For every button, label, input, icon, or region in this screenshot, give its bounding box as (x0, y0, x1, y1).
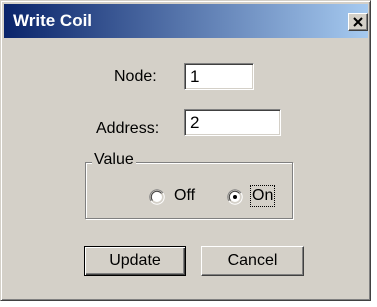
on-radio-label[interactable]: On (249, 185, 276, 207)
write-coil-dialog: Write Coil Node: 1 Address: 2 Value Off … (0, 0, 371, 301)
node-field[interactable]: 1 (184, 63, 254, 90)
value-group-legend: Value (92, 151, 136, 169)
cancel-button[interactable]: Cancel (201, 246, 304, 276)
node-label: Node: (114, 68, 157, 85)
close-button[interactable] (348, 13, 368, 31)
on-radio-button[interactable] (227, 189, 243, 205)
close-icon (353, 17, 363, 27)
window-title: Write Coil (13, 11, 93, 30)
update-button[interactable]: Update (84, 246, 186, 276)
cancel-button-label: Cancel (227, 252, 278, 269)
address-label: Address: (96, 120, 160, 137)
off-radio-label[interactable]: Off (174, 187, 195, 205)
selected-dot (233, 195, 237, 199)
address-field[interactable]: 2 (184, 109, 281, 136)
title-bar[interactable]: Write Coil (4, 4, 368, 38)
update-button-label: Update (109, 252, 161, 269)
off-radio-button[interactable] (149, 189, 165, 205)
